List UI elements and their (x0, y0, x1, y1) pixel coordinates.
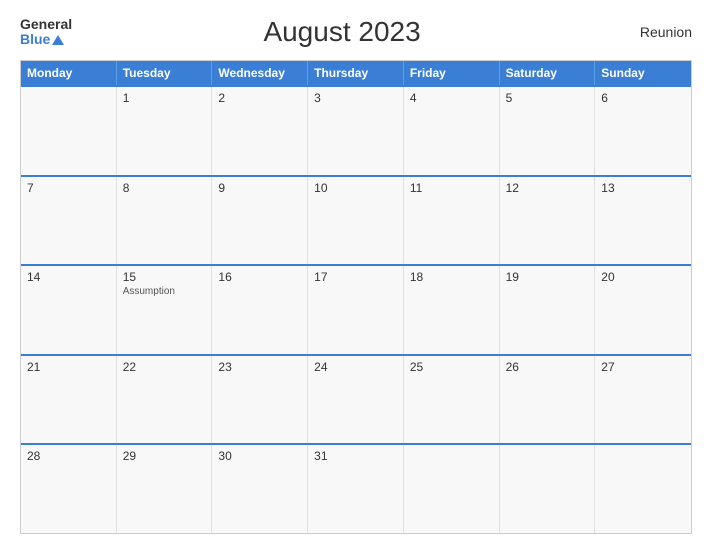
day-number: 23 (218, 360, 301, 374)
day-number: 29 (123, 449, 206, 463)
day-number: 30 (218, 449, 301, 463)
day-number: 26 (506, 360, 589, 374)
day-number: 17 (314, 270, 397, 284)
calendar-day: 31 (308, 445, 404, 533)
calendar-day: 18 (404, 266, 500, 354)
day-of-week-header: Tuesday (117, 61, 213, 85)
day-number: 3 (314, 91, 397, 105)
day-number: 2 (218, 91, 301, 105)
day-number: 6 (601, 91, 685, 105)
calendar-day: 1 (117, 87, 213, 175)
day-of-week-header: Monday (21, 61, 117, 85)
calendar-day: 12 (500, 177, 596, 265)
calendar-day: 6 (595, 87, 691, 175)
calendar-day: 20 (595, 266, 691, 354)
calendar-day: 7 (21, 177, 117, 265)
calendar-day: 25 (404, 356, 500, 444)
calendar-day: 11 (404, 177, 500, 265)
calendar-body: 123456789101112131415Assumption161718192… (21, 85, 691, 533)
region-label: Reunion (612, 24, 692, 40)
day-number: 18 (410, 270, 493, 284)
calendar-day: 21 (21, 356, 117, 444)
day-event: Assumption (123, 286, 206, 297)
calendar-day: 2 (212, 87, 308, 175)
day-of-week-header: Friday (404, 61, 500, 85)
calendar-title: August 2023 (72, 16, 612, 48)
day-number: 28 (27, 449, 110, 463)
day-number: 9 (218, 181, 301, 195)
calendar-week: 789 10 11 12 13 (21, 175, 691, 265)
day-number: 4 (410, 91, 493, 105)
day-number: 8 (123, 181, 206, 195)
calendar-day: 24 (308, 356, 404, 444)
calendar-day (500, 445, 596, 533)
day-number: 10 (314, 181, 397, 195)
logo-triangle-icon (52, 35, 64, 45)
day-of-week-header: Thursday (308, 61, 404, 85)
day-number: 11 (410, 181, 493, 195)
day-number: 1 (123, 91, 206, 105)
day-number: 27 (601, 360, 685, 374)
day-number: 7 (27, 181, 110, 195)
calendar-week: 21 22 23 24 25 26 27 (21, 354, 691, 444)
calendar-day (404, 445, 500, 533)
calendar-week: 123456 (21, 85, 691, 175)
calendar-day: 16 (212, 266, 308, 354)
day-number: 15 (123, 270, 206, 284)
calendar-week: 28 29 30 31 (21, 443, 691, 533)
calendar-day: 22 (117, 356, 213, 444)
calendar-day: 30 (212, 445, 308, 533)
calendar-day (595, 445, 691, 533)
day-of-week-header: Wednesday (212, 61, 308, 85)
logo-general-text: General (20, 17, 72, 32)
day-number: 12 (506, 181, 589, 195)
calendar-day: 8 (117, 177, 213, 265)
page-header: General Blue August 2023 Reunion (20, 16, 692, 48)
calendar-day: 9 (212, 177, 308, 265)
calendar-day: 14 (21, 266, 117, 354)
day-number: 5 (506, 91, 589, 105)
calendar-day: 26 (500, 356, 596, 444)
logo: General Blue (20, 17, 72, 48)
day-number: 19 (506, 270, 589, 284)
day-number: 22 (123, 360, 206, 374)
day-of-week-header: Saturday (500, 61, 596, 85)
calendar-day: 29 (117, 445, 213, 533)
day-number: 24 (314, 360, 397, 374)
calendar-day: 27 (595, 356, 691, 444)
calendar-day: 13 (595, 177, 691, 265)
day-number: 25 (410, 360, 493, 374)
calendar-day: 4 (404, 87, 500, 175)
day-number: 21 (27, 360, 110, 374)
day-number: 16 (218, 270, 301, 284)
day-number: 14 (27, 270, 110, 284)
calendar-day: 23 (212, 356, 308, 444)
calendar-day: 10 (308, 177, 404, 265)
day-number: 31 (314, 449, 397, 463)
calendar-day (21, 87, 117, 175)
calendar-header: MondayTuesdayWednesdayThursdayFridaySatu… (21, 61, 691, 85)
day-number: 13 (601, 181, 685, 195)
day-number: 20 (601, 270, 685, 284)
calendar-day: 15 Assumption (117, 266, 213, 354)
calendar-day: 3 (308, 87, 404, 175)
calendar-day: 5 (500, 87, 596, 175)
calendar-week: 14 15 Assumption 16 17 18 19 20 (21, 264, 691, 354)
calendar-day: 28 (21, 445, 117, 533)
calendar-day: 19 (500, 266, 596, 354)
calendar-day: 17 (308, 266, 404, 354)
day-of-week-header: Sunday (595, 61, 691, 85)
calendar: MondayTuesdayWednesdayThursdayFridaySatu… (20, 60, 692, 534)
logo-blue-text: Blue (20, 32, 72, 47)
